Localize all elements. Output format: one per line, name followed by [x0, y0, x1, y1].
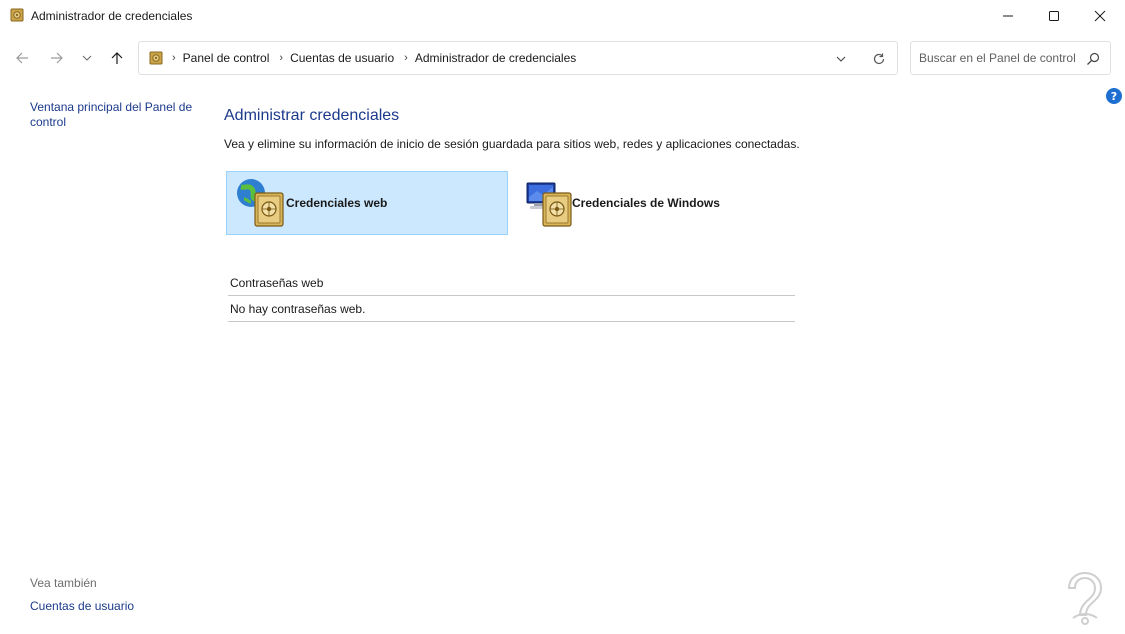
- divider: [228, 321, 795, 322]
- refresh-icon: [873, 53, 885, 65]
- see-also-label: Vea también: [30, 576, 97, 590]
- arrow-left-icon: [16, 52, 28, 64]
- search-input[interactable]: Buscar en el Panel de control: [919, 51, 1076, 65]
- control-panel-home-link[interactable]: Ventana principal del Panel de control: [30, 100, 200, 130]
- windows-credentials-icon: [526, 182, 572, 227]
- refresh-button[interactable]: [870, 50, 888, 68]
- close-icon: [1094, 10, 1106, 22]
- minimize-button[interactable]: [985, 0, 1031, 32]
- chevron-down-icon: [82, 55, 92, 61]
- search-icon[interactable]: [1085, 51, 1101, 67]
- watermark-logo-icon: [1067, 571, 1103, 625]
- minimize-icon: [1003, 15, 1013, 17]
- arrow-up-icon: [111, 52, 123, 64]
- windows-credentials-tile[interactable]: Credenciales de Windows: [514, 171, 796, 235]
- arrow-right-icon: [51, 52, 63, 64]
- address-history-button[interactable]: [833, 51, 849, 67]
- breadcrumb-control-panel[interactable]: Panel de control: [183, 51, 270, 65]
- chevron-right-icon: ›: [279, 52, 284, 64]
- control-panel-icon: [149, 51, 163, 65]
- navigation-bar: › Panel de control › Cuentas de usuario …: [0, 32, 1125, 84]
- web-credentials-icon: [237, 179, 284, 227]
- chevron-down-icon: [836, 56, 846, 62]
- chevron-right-icon: ›: [404, 52, 408, 64]
- windows-credentials-label: Credenciales de Windows: [572, 196, 720, 210]
- forward-button[interactable]: [46, 47, 68, 69]
- page-title: Administrar credenciales: [224, 107, 400, 124]
- credential-manager-app-icon: [10, 8, 24, 22]
- breadcrumb-credential-manager[interactable]: Administrador de credenciales: [415, 51, 576, 65]
- recent-locations-button[interactable]: [78, 47, 96, 69]
- up-button[interactable]: [106, 47, 128, 69]
- back-button[interactable]: [11, 47, 33, 69]
- page-description: Vea y elimine su información de inicio d…: [224, 137, 800, 151]
- maximize-icon: [1049, 11, 1059, 21]
- title-bar: Administrador de credenciales: [0, 0, 1125, 32]
- help-button[interactable]: ?: [1106, 88, 1122, 104]
- close-button[interactable]: [1077, 0, 1123, 32]
- web-passwords-heading: Contraseñas web: [230, 276, 324, 290]
- breadcrumb-user-accounts[interactable]: Cuentas de usuario: [290, 51, 394, 65]
- chevron-right-icon: ›: [172, 52, 176, 64]
- web-credentials-label: Credenciales web: [286, 196, 388, 210]
- search-box[interactable]: Buscar en el Panel de control: [910, 41, 1111, 75]
- window-title: Administrador de credenciales: [31, 9, 193, 23]
- web-credentials-tile[interactable]: Credenciales web: [226, 171, 508, 235]
- empty-state-message: No hay contraseñas web.: [230, 302, 366, 316]
- breadcrumb: › Panel de control › Cuentas de usuario …: [172, 42, 586, 74]
- address-bar[interactable]: › Panel de control › Cuentas de usuario …: [138, 41, 898, 75]
- divider: [228, 295, 795, 296]
- user-accounts-link[interactable]: Cuentas de usuario: [30, 599, 134, 613]
- maximize-button[interactable]: [1031, 0, 1077, 32]
- left-pane: Ventana principal del Panel de control V…: [0, 84, 210, 634]
